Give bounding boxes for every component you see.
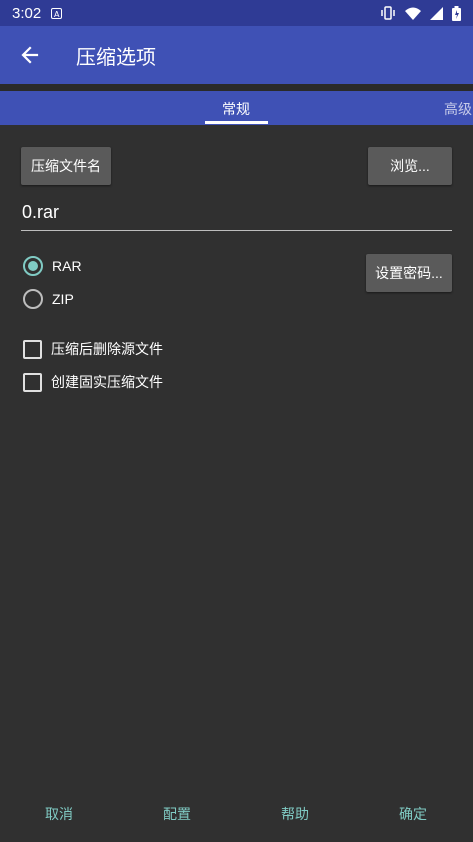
arrow-left-icon[interactable] [20,45,40,65]
tab-indicator [205,121,268,124]
archive-filename-input[interactable]: 0.rar [21,202,452,231]
radio-zip[interactable] [23,289,43,309]
signal-icon [430,6,443,20]
tab-bar: 常规 高级 [0,91,473,125]
page-title: 压缩选项 [76,46,156,69]
format-label-rar: RAR [52,258,82,274]
format-option-zip[interactable]: ZIP [23,289,74,309]
bottom-button-bar: 取消 配置 帮助 确定 [0,800,473,828]
option-delete-after[interactable]: 压缩后删除源文件 [23,339,163,359]
ok-button[interactable]: 确定 [399,804,427,824]
option-label-delete-after: 压缩后删除源文件 [51,341,163,357]
option-solid-archive[interactable]: 创建固实压缩文件 [23,372,163,392]
browse-button[interactable]: 浏览... [368,147,452,185]
notification-icon: A [51,7,63,19]
set-password-button[interactable]: 设置密码... [366,254,452,292]
checkbox-delete-after[interactable] [23,339,42,359]
checkbox-solid-archive[interactable] [23,372,42,392]
tab-general[interactable]: 常规 [222,99,250,119]
status-time: 3:02 [12,4,42,22]
tab-advanced[interactable]: 高级 [444,99,472,119]
format-option-rar[interactable]: RAR [23,256,82,276]
app-toolbar: 压缩选项 [0,26,473,84]
vibrate-icon [381,6,395,20]
format-label-zip: ZIP [52,291,74,307]
status-bar: 3:02 A [0,0,473,26]
radio-rar-checked[interactable] [23,256,43,276]
wifi-icon [405,7,421,20]
option-label-solid-archive: 创建固实压缩文件 [51,374,163,390]
battery-icon [452,5,461,21]
archive-name-button[interactable]: 压缩文件名 [21,147,111,185]
toolbar-shadow [0,84,473,91]
cancel-button[interactable]: 取消 [45,804,73,824]
help-button[interactable]: 帮助 [281,804,309,824]
profiles-button[interactable]: 配置 [163,804,191,824]
